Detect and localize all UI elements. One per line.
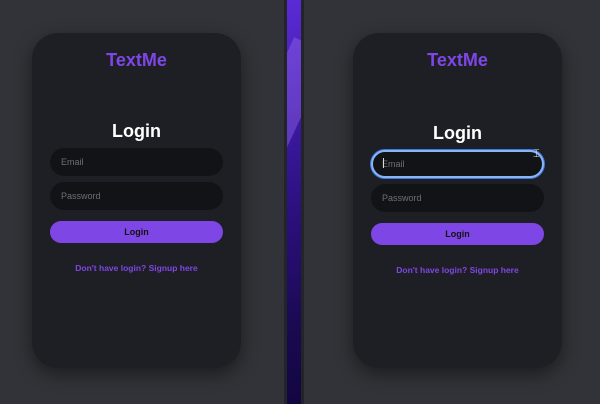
password-field[interactable] [371, 184, 544, 212]
brand-title: TextMe [106, 50, 167, 70]
login-heading: Login [433, 123, 482, 143]
brand-title: TextMe [427, 50, 488, 70]
email-field[interactable] [50, 148, 223, 176]
text-cursor-icon: ⌶ [533, 148, 540, 160]
login-card-left: TextMe Login Login Don't have login? Sig… [32, 33, 241, 368]
email-field-focused[interactable] [371, 150, 544, 178]
login-heading: Login [112, 121, 161, 141]
text-caret [383, 158, 384, 168]
password-field[interactable] [50, 182, 223, 210]
signup-link[interactable]: Don't have login? Signup here [32, 263, 241, 273]
login-card-right: TextMe Login ⌶ Login Don't have login? S… [353, 33, 562, 368]
signup-link[interactable]: Don't have login? Signup here [353, 265, 562, 275]
wallpaper-strip [287, 0, 301, 404]
login-button[interactable]: Login [50, 221, 223, 243]
login-button[interactable]: Login [371, 223, 544, 245]
